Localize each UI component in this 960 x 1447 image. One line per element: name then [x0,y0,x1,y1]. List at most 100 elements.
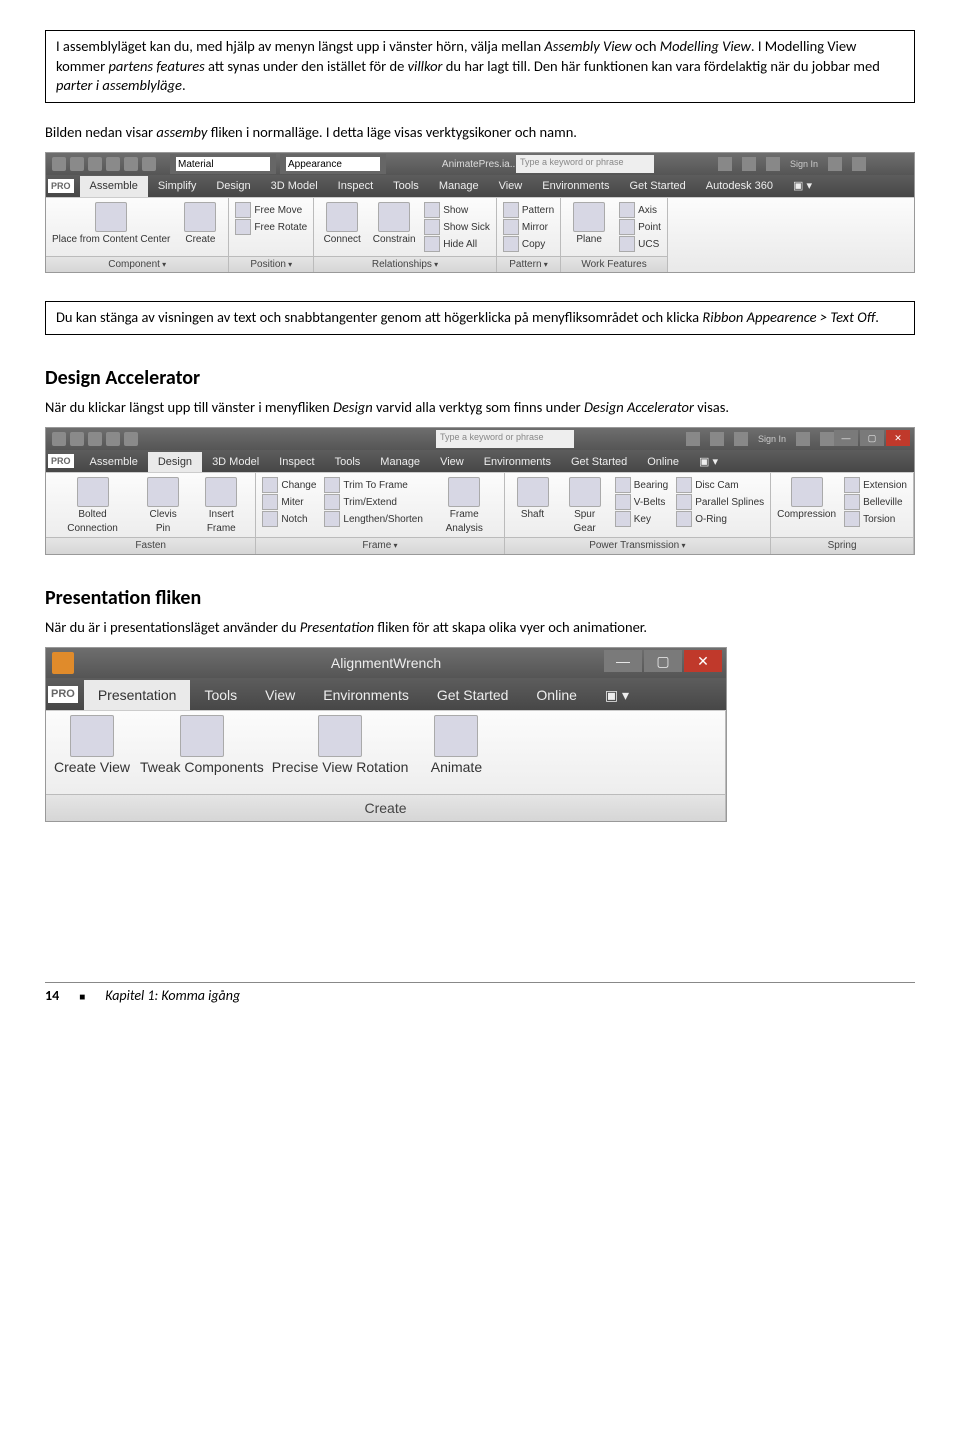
cmd-create-view[interactable]: Create View [52,715,132,777]
cmd-clevis-pin[interactable]: Clevis Pin [141,477,185,535]
appearance-input[interactable] [286,157,380,171]
cmd-compression[interactable]: Compression [777,477,836,522]
cmd-lengthen-shorten[interactable]: Lengthen/Shorten [324,511,423,527]
tab-environments[interactable]: Environments [474,452,561,473]
tab-overflow-icon[interactable]: ▣ ▾ [783,176,822,197]
cmd-spur-gear[interactable]: Spur Gear [563,477,607,535]
tab-overflow-icon[interactable]: ▣ ▾ [689,452,728,473]
minimize-button[interactable]: — [834,430,858,446]
cmd-precise-view-rotation[interactable]: Precise View Rotation [272,715,409,777]
cmd-point[interactable]: Point [619,219,661,235]
tab-presentation[interactable]: Presentation [84,680,191,711]
tab-tools[interactable]: Tools [383,176,429,197]
panel-label[interactable]: Power Transmission [505,537,771,554]
minimize-button[interactable]: — [604,650,642,672]
tab-view[interactable]: View [430,452,474,473]
close-button[interactable]: ✕ [684,650,722,672]
appearance-dropdown[interactable] [280,154,386,174]
tab-environments[interactable]: Environments [532,176,619,197]
tab-get-started[interactable]: Get Started [620,176,696,197]
tab-simplify[interactable]: Simplify [148,176,207,197]
qat-icon[interactable] [70,432,84,446]
signin-link[interactable]: Sign In [758,433,786,445]
app-icon[interactable] [52,652,74,674]
panel-label[interactable]: Component [46,256,228,273]
cmd-bearing[interactable]: Bearing [615,477,668,493]
tab-design[interactable]: Design [206,176,260,197]
cmd-axis[interactable]: Axis [619,202,661,218]
cmd-torsion[interactable]: Torsion [844,511,907,527]
help-icon[interactable] [852,157,866,171]
star-icon[interactable] [710,432,724,446]
tab-get-started[interactable]: Get Started [561,452,637,473]
cmd-ucs[interactable]: UCS [619,236,661,252]
qat-icon[interactable] [88,157,102,171]
tab-get-started[interactable]: Get Started [423,680,523,711]
signin-link[interactable]: Sign In [790,158,818,170]
cmd-parallel-splines[interactable]: Parallel Splines [676,494,764,510]
tab-design[interactable]: Design [148,452,202,473]
cmd-miter[interactable]: Miter [262,494,316,510]
tab-autodesk360[interactable]: Autodesk 360 [696,176,783,197]
qat-icon[interactable] [70,157,84,171]
cmd-insert-frame[interactable]: Insert Frame [193,477,249,535]
cmd-hide-all[interactable]: Hide All [424,236,490,252]
close-button[interactable]: ✕ [886,430,910,446]
binoculars-icon[interactable] [718,157,732,171]
tab-3d-model[interactable]: 3D Model [261,176,328,197]
app-icon[interactable] [52,157,66,171]
panel-label[interactable]: Pattern [497,256,560,273]
cmd-place-from-content-center[interactable]: Place from Content Center [52,202,170,247]
qat-icon[interactable] [88,432,102,446]
tab-3d-model[interactable]: 3D Model [202,452,269,473]
tab-online[interactable]: Online [637,452,689,473]
tab-assemble[interactable]: Assemble [80,176,148,197]
panel-label[interactable]: Position [229,256,313,273]
qat-icon[interactable] [106,157,120,171]
cmd-key[interactable]: Key [615,511,668,527]
cmd-extension[interactable]: Extension [844,477,907,493]
user-icon[interactable] [766,157,780,171]
search-input[interactable]: Type a keyword or phrase [516,155,654,173]
material-input[interactable] [176,157,270,171]
cmd-vbelts[interactable]: V-Belts [615,494,668,510]
qat-icon[interactable] [106,432,120,446]
tab-view[interactable]: View [489,176,533,197]
tab-inspect[interactable]: Inspect [269,452,324,473]
tab-tools[interactable]: Tools [190,680,251,711]
search-input[interactable]: Type a keyword or phrase [436,430,574,448]
tab-inspect[interactable]: Inspect [328,176,383,197]
cmd-animate[interactable]: Animate [416,715,496,777]
panel-label[interactable]: Frame [256,537,503,554]
tab-assemble[interactable]: Assemble [80,452,148,473]
cmd-free-move[interactable]: Free Move [235,202,307,218]
maximize-button[interactable]: ▢ [644,650,682,672]
cmd-shaft[interactable]: Shaft [511,477,555,522]
qat-icon[interactable] [124,157,138,171]
tab-manage[interactable]: Manage [429,176,489,197]
panel-label[interactable]: Relationships [314,256,496,273]
cmd-notch[interactable]: Notch [262,511,316,527]
cmd-show[interactable]: Show [424,202,490,218]
maximize-button[interactable]: ▢ [860,430,884,446]
cmd-belleville[interactable]: Belleville [844,494,907,510]
qat-icon[interactable] [124,432,138,446]
cmd-mirror[interactable]: Mirror [503,219,554,235]
cmd-create[interactable]: Create [178,202,222,247]
user-icon[interactable] [734,432,748,446]
quick-access-toolbar[interactable] [46,432,144,446]
material-dropdown[interactable] [170,154,276,174]
help-icon[interactable] [820,432,834,446]
cmd-plane[interactable]: Plane [567,202,611,247]
tab-environments[interactable]: Environments [309,680,423,711]
cmd-trim-extend[interactable]: Trim/Extend [324,494,423,510]
cmd-copy[interactable]: Copy [503,236,554,252]
cmd-connect[interactable]: Connect [320,202,364,247]
region-icon[interactable] [796,432,810,446]
cmd-pattern[interactable]: Pattern [503,202,554,218]
qat-icon[interactable] [142,157,156,171]
quick-access-toolbar[interactable] [46,157,162,171]
tab-manage[interactable]: Manage [370,452,430,473]
cmd-tweak-components[interactable]: Tweak Components [140,715,264,777]
tab-overflow-icon[interactable]: ▣ ▾ [591,680,643,711]
